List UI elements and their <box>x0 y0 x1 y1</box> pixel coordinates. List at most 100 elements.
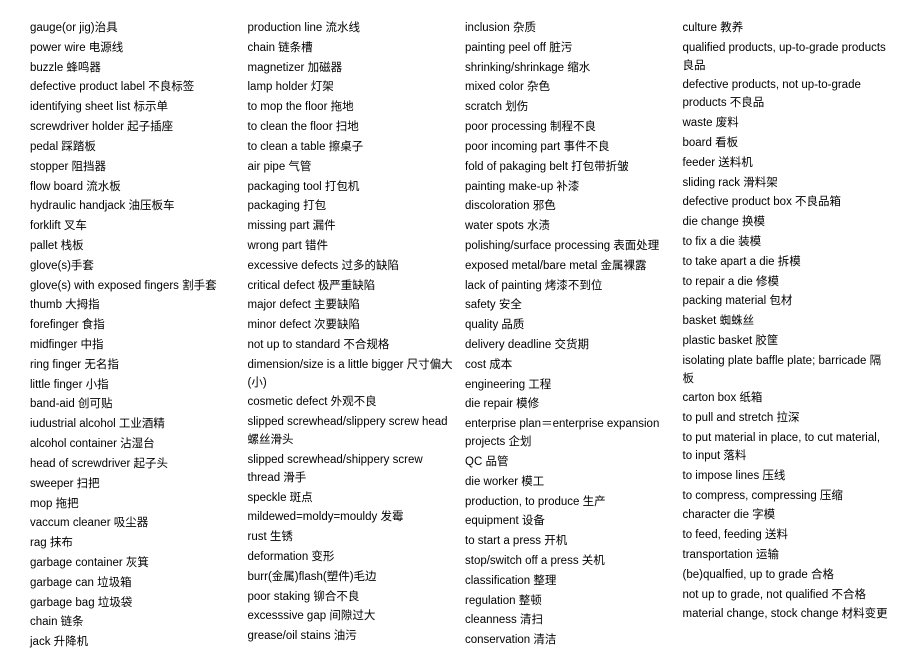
list-item: power wire 电源线 <box>30 40 238 58</box>
list-item: fold of pakaging belt 打包带折皱 <box>465 159 673 177</box>
list-item: basket 蜘蛛丝 <box>683 313 891 331</box>
list-item: rag 抹布 <box>30 535 238 553</box>
list-item: (be)qualfied, up to grade 合格 <box>683 567 891 585</box>
list-item: carton box 纸箱 <box>683 390 891 408</box>
list-item: excesssive gap 间隙过大 <box>248 608 456 626</box>
list-item: painting peel off 脏污 <box>465 40 673 58</box>
list-item: packing material 包材 <box>683 293 891 311</box>
list-item: screwdriver holder 起子插座 <box>30 119 238 137</box>
list-item: safety 安全 <box>465 297 673 315</box>
list-item: not up to grade, not qualified 不合格 <box>683 587 891 605</box>
list-item: not up to standard 不合规格 <box>248 337 456 355</box>
list-item: delivery deadline 交货期 <box>465 337 673 355</box>
list-item: to repair a die 修模 <box>683 274 891 292</box>
list-item: to impose lines 压线 <box>683 468 891 486</box>
list-item: mop 拖把 <box>30 496 238 514</box>
list-item: critical defect 极严重缺陷 <box>248 278 456 296</box>
list-item: die worker 模工 <box>465 474 673 492</box>
list-item: missing part 漏件 <box>248 218 456 236</box>
list-item: board 看板 <box>683 135 891 153</box>
list-item: conservation 清洁 <box>465 632 673 650</box>
list-item: garbage bag 垃圾袋 <box>30 595 238 613</box>
list-item: qualified products, up-to-grade products… <box>683 40 891 76</box>
list-item: to start a press 开机 <box>465 533 673 551</box>
list-item: stopper 阻挡器 <box>30 159 238 177</box>
list-item: poor processing 制程不良 <box>465 119 673 137</box>
list-item: shrinking/shrinkage 缩水 <box>465 60 673 78</box>
list-item: inclusion 杂质 <box>465 20 673 38</box>
list-item: equipment 设备 <box>465 513 673 531</box>
list-item: quality 品质 <box>465 317 673 335</box>
list-item: character die 字模 <box>683 507 891 525</box>
list-item: band-aid 创可贴 <box>30 396 238 414</box>
list-item: chain 链条槽 <box>248 40 456 58</box>
list-item: QC 品管 <box>465 454 673 472</box>
list-item: production, to produce 生产 <box>465 494 673 512</box>
list-item: rust 生锈 <box>248 529 456 547</box>
list-item: mixed color 杂色 <box>465 79 673 97</box>
list-item: culture 教养 <box>683 20 891 38</box>
list-item: cost 成本 <box>465 357 673 375</box>
list-item: cosmetic defect 外观不良 <box>248 394 456 412</box>
list-item: lack of painting 烤漆不到位 <box>465 278 673 296</box>
list-item: production line 流水线 <box>248 20 456 38</box>
list-item: stop/switch off a press 关机 <box>465 553 673 571</box>
column-2: production line 流水线chain 链条槽magnetizer 加… <box>248 20 456 652</box>
column-3: inclusion 杂质 painting peel off 脏污 shrinkin… <box>465 20 673 652</box>
list-item: hydraulic handjack 油压板车 <box>30 198 238 216</box>
list-item: vaccum cleaner 吸尘器 <box>30 515 238 533</box>
list-item: garbage can 垃圾箱 <box>30 575 238 593</box>
list-item: feeder 送料机 <box>683 155 891 173</box>
list-item: poor staking 铆合不良 <box>248 589 456 607</box>
list-item: glove(s)手套 <box>30 258 238 276</box>
list-item: excessive defects 过多的缺陷 <box>248 258 456 276</box>
list-item: painting make-up 补漆 <box>465 179 673 197</box>
list-item: regulation 整顿 <box>465 593 673 611</box>
list-item: gauge(or jig)治具 <box>30 20 238 38</box>
list-item: cleanness 清扫 <box>465 612 673 630</box>
list-item: ring finger 无名指 <box>30 357 238 375</box>
list-item: sliding rack 滑料架 <box>683 175 891 193</box>
list-item: chain 链条 <box>30 614 238 632</box>
list-item: to take apart a die 拆模 <box>683 254 891 272</box>
list-item: discoloration 邪色 <box>465 198 673 216</box>
list-item: exposed metal/bare metal 金属裸露 <box>465 258 673 276</box>
list-item: to compress, compressing 压缩 <box>683 488 891 506</box>
list-item: packaging 打包 <box>248 198 456 216</box>
list-item: defective product label 不良标签 <box>30 79 238 97</box>
list-item: defective products, not up-to-grade prod… <box>683 77 891 113</box>
list-item: material change, stock change 材料变更 <box>683 606 891 624</box>
list-item: buzzle 蜂鸣器 <box>30 60 238 78</box>
list-item: engineering 工程 <box>465 377 673 395</box>
list-item: alcohol container 沾湿台 <box>30 436 238 454</box>
list-item: garbage container 灰箕 <box>30 555 238 573</box>
list-item: glove(s) with exposed fingers 割手套 <box>30 278 238 296</box>
list-item: die repair 模修 <box>465 396 673 414</box>
list-item: pedal 踩踏板 <box>30 139 238 157</box>
list-item: to fix a die 装模 <box>683 234 891 252</box>
list-item: little finger 小指 <box>30 377 238 395</box>
column-4: culture 教养 qualified products, up-to-grad… <box>683 20 891 652</box>
list-item: transportation 运输 <box>683 547 891 565</box>
list-item: iudustrial alcohol 工业酒精 <box>30 416 238 434</box>
list-item: pallet 栈板 <box>30 238 238 256</box>
list-item: deformation 变形 <box>248 549 456 567</box>
list-item: to clean a table 擦桌子 <box>248 139 456 157</box>
list-item: mildewed=moldy=mouldy 发霉 <box>248 509 456 527</box>
list-item: isolating plate baffle plate; barricade … <box>683 353 891 389</box>
list-item: to mop the floor 拖地 <box>248 99 456 117</box>
list-item: defective product box 不良品箱 <box>683 194 891 212</box>
list-item: wrong part 错件 <box>248 238 456 256</box>
list-item: plastic basket 胶筐 <box>683 333 891 351</box>
list-item: head of screwdriver 起子头 <box>30 456 238 474</box>
list-item: enterprise plan＝enterprise expansion pro… <box>465 416 673 452</box>
list-item: lamp holder 灯架 <box>248 79 456 97</box>
list-item: air pipe 气管 <box>248 159 456 177</box>
list-item: thumb 大拇指 <box>30 297 238 315</box>
list-item: flow board 流水板 <box>30 179 238 197</box>
list-item: major defect 主要缺陷 <box>248 297 456 315</box>
list-item: to feed, feeding 送料 <box>683 527 891 545</box>
list-item: midfinger 中指 <box>30 337 238 355</box>
column-1: gauge(or jig)治具 power wire 电源线 buzzle 蜂鸣器d… <box>30 20 238 652</box>
list-item: forefinger 食指 <box>30 317 238 335</box>
